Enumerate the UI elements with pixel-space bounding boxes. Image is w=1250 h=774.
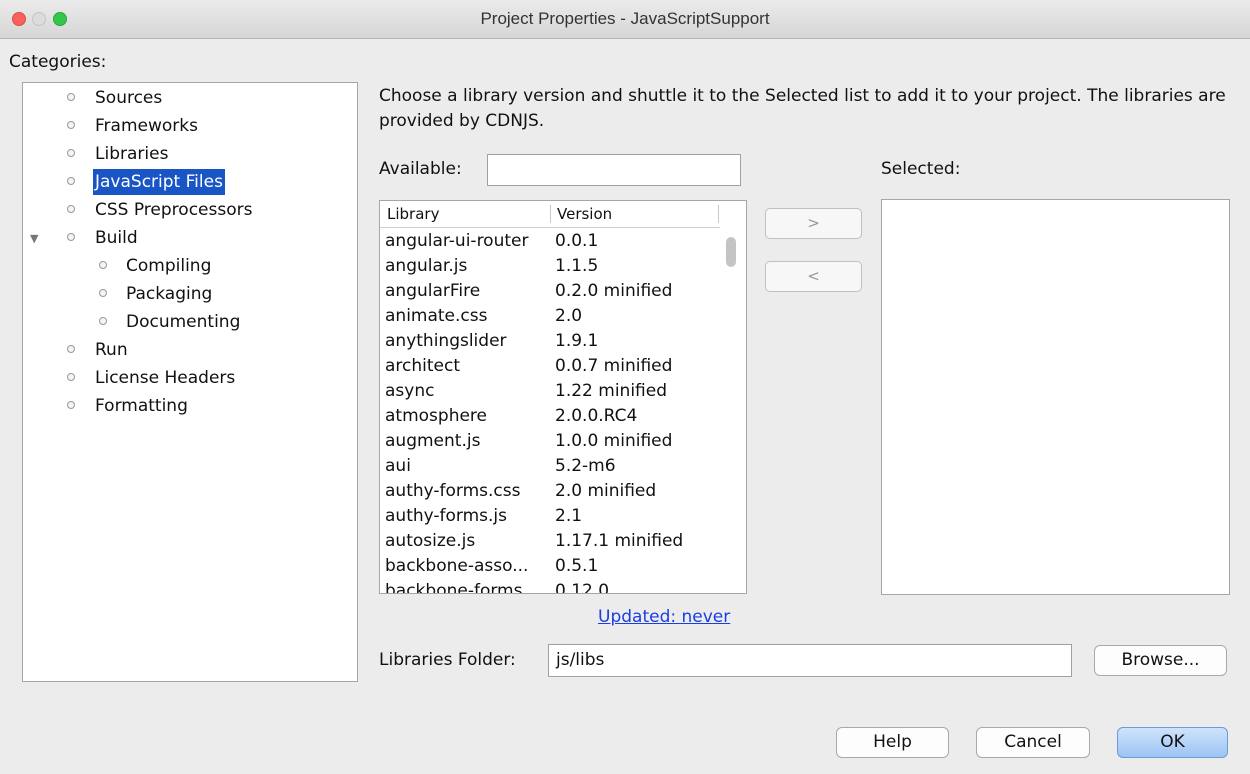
table-row[interactable]: angularFire 0.2.0 minified	[380, 279, 725, 304]
tree-item-label: Libraries	[95, 144, 169, 164]
column-divider	[550, 205, 551, 223]
table-row[interactable]: augment.js 1.0.0 minified	[380, 429, 725, 454]
tree-item-label: Packaging	[126, 284, 213, 304]
library-version: 0.2.0 minified	[555, 281, 673, 301]
table-header: Library Version	[380, 201, 720, 228]
library-name: angularFire	[385, 281, 481, 301]
bullet-icon	[99, 261, 107, 269]
browse-button[interactable]: Browse...	[1094, 645, 1227, 676]
table-row[interactable]: async 1.22 minified	[380, 379, 725, 404]
table-row[interactable]: backbone-asso... 0.5.1	[380, 554, 725, 579]
tree-item-label: Build	[95, 228, 138, 248]
remove-from-selected-button[interactable]: <	[765, 261, 862, 292]
library-version: 2.0 minified	[555, 481, 657, 501]
library-version: 0.5.1	[555, 556, 599, 576]
library-name: aui	[385, 456, 411, 476]
cancel-button[interactable]: Cancel	[976, 727, 1090, 758]
tree-item-label: Run	[95, 340, 128, 360]
bullet-icon	[99, 289, 107, 297]
library-name: augment.js	[385, 431, 481, 451]
library-name: authy-forms.js	[385, 506, 508, 526]
library-name: autosize.js	[385, 531, 476, 551]
table-row[interactable]: angular-ui-router 0.0.1	[380, 229, 725, 254]
library-version: 0.0.1	[555, 231, 599, 251]
ok-button[interactable]: OK	[1117, 727, 1228, 758]
library-name: backbone-asso...	[385, 556, 529, 576]
available-libraries-table[interactable]: Library Version angular-ui-router 0.0.1 a…	[379, 200, 747, 594]
library-version: 1.17.1 minified	[555, 531, 684, 551]
bullet-icon	[67, 93, 75, 101]
library-name: authy-forms.css	[385, 481, 521, 501]
tree-item-label: Documenting	[126, 312, 241, 332]
library-name: animate.css	[385, 306, 488, 326]
library-version: 0.12.0	[555, 581, 610, 594]
table-row[interactable]: authy-forms.js 2.1	[380, 504, 725, 529]
column-divider	[718, 205, 719, 223]
bullet-icon	[67, 401, 75, 409]
column-header-library[interactable]: Library	[387, 201, 439, 227]
categories-tree: Sources Frameworks Libraries JavaScript …	[22, 82, 358, 682]
vertical-scrollbar-thumb[interactable]	[726, 237, 736, 267]
library-name: angular.js	[385, 256, 468, 276]
bullet-icon	[67, 121, 75, 129]
table-row[interactable]: autosize.js 1.17.1 minified	[380, 529, 725, 554]
window-title: Project Properties - JavaScriptSupport	[480, 9, 770, 28]
table-row[interactable]: angular.js 1.1.5	[380, 254, 725, 279]
bullet-icon	[67, 177, 75, 185]
bullet-icon	[99, 317, 107, 325]
library-name: angular-ui-router	[385, 231, 529, 251]
add-to-selected-button[interactable]: >	[765, 208, 862, 239]
table-row[interactable]: aui 5.2-m6	[380, 454, 725, 479]
library-version: 1.9.1	[555, 331, 599, 351]
title-bar: Project Properties - JavaScriptSupport	[0, 0, 1250, 39]
table-row[interactable]: animate.css 2.0	[380, 304, 725, 329]
description-text: Choose a library version and shuttle it …	[379, 86, 1226, 131]
categories-label: Categories:	[9, 52, 107, 72]
library-version: 1.0.0 minified	[555, 431, 673, 451]
library-name: atmosphere	[385, 406, 487, 426]
table-row[interactable]: architect 0.0.7 minified	[380, 354, 725, 379]
bullet-icon	[67, 233, 75, 241]
library-version: 2.1	[555, 506, 583, 526]
library-name: async	[385, 381, 435, 401]
bullet-icon	[67, 373, 75, 381]
tree-item-label: CSS Preprocessors	[95, 200, 253, 220]
selected-label: Selected:	[881, 159, 961, 179]
updated-link[interactable]: Updated: never	[598, 607, 730, 627]
library-name: anythingslider	[385, 331, 507, 351]
table-row[interactable]: authy-forms.css 2.0 minified	[380, 479, 725, 504]
tree-item-label: Sources	[95, 88, 163, 108]
library-version: 5.2-m6	[555, 456, 616, 476]
table-row[interactable]: anythingslider 1.9.1	[380, 329, 725, 354]
libraries-folder-label: Libraries Folder:	[379, 650, 516, 670]
library-version: 1.22 minified	[555, 381, 667, 401]
available-label: Available:	[379, 159, 462, 179]
bullet-icon	[67, 149, 75, 157]
library-version: 1.1.5	[555, 256, 599, 276]
bullet-icon	[67, 345, 75, 353]
tree-item-label: Compiling	[126, 256, 212, 276]
library-version: 0.0.7 minified	[555, 356, 673, 376]
table-row[interactable]: atmosphere 2.0.0.RC4	[380, 404, 725, 429]
tree-item-label: License Headers	[95, 368, 236, 388]
table-row[interactable]: backbone-forms 0.12.0	[380, 579, 725, 594]
tree-item-label: JavaScript Files	[93, 169, 225, 195]
library-name: architect	[385, 356, 461, 376]
tree-item-label: Formatting	[95, 396, 188, 416]
tree-item-label: Frameworks	[95, 116, 198, 136]
expand-triangle-icon[interactable]: ▼	[30, 226, 38, 252]
libraries-folder-input[interactable]: js/libs	[548, 644, 1072, 677]
bullet-icon	[67, 205, 75, 213]
available-search-input[interactable]	[487, 154, 741, 186]
library-name: backbone-forms	[385, 581, 523, 594]
library-version: 2.0.0.RC4	[555, 406, 638, 426]
help-button[interactable]: Help	[836, 727, 949, 758]
library-version: 2.0	[555, 306, 583, 326]
selected-libraries-list[interactable]	[881, 199, 1230, 595]
column-header-version[interactable]: Version	[557, 201, 612, 227]
